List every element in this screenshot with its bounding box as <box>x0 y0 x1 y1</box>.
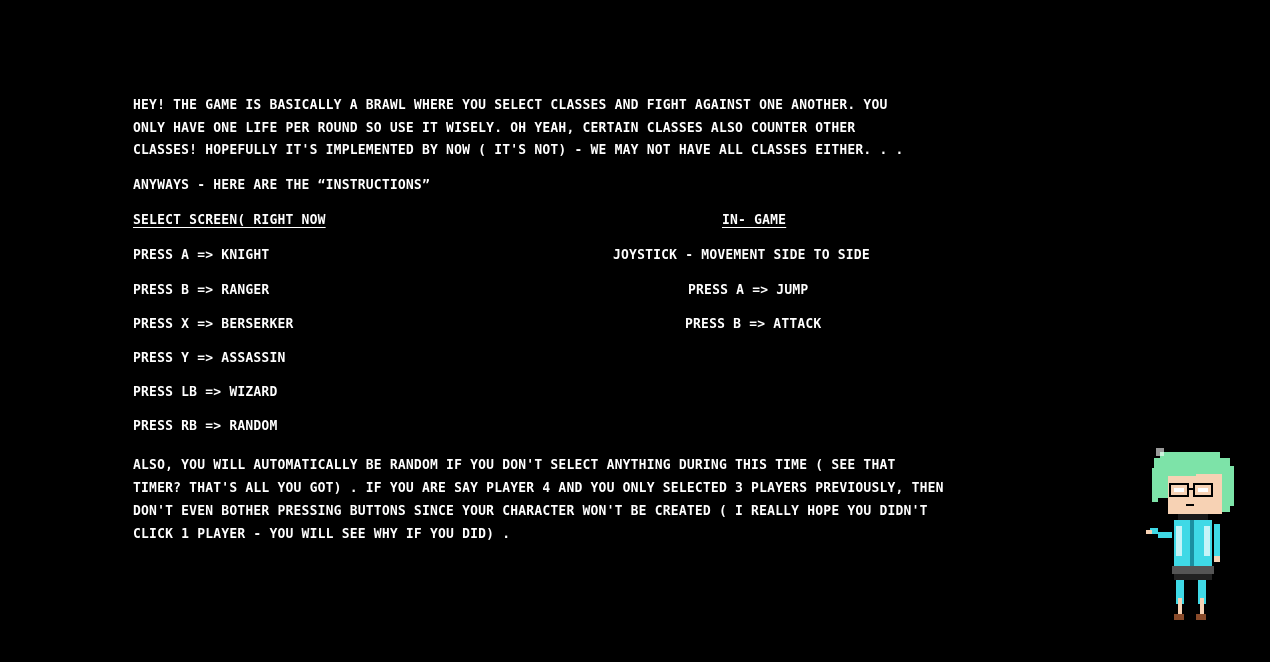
select-item-ranger: PRESS B => RANGER <box>133 283 270 298</box>
character-sprite <box>1146 448 1234 620</box>
footer-line: DON'T EVEN BOTHER PRESSING BUTTONS SINCE… <box>133 504 928 519</box>
intro-line: HEY! THE GAME IS BASICALLY A BRAWL WHERE… <box>133 98 888 113</box>
intro-paragraph: HEY! THE GAME IS BASICALLY A BRAWL WHERE… <box>133 95 1053 163</box>
footer-line: CLICK 1 PLAYER - YOU WILL SEE WHY IF YOU… <box>133 527 511 542</box>
footer-paragraph: ALSO, YOU WILL AUTOMATICALLY BE RANDOM I… <box>133 454 944 546</box>
select-item-assassin: PRESS Y => ASSASSIN <box>133 351 286 366</box>
instructions-heading: ANYWAYS - HERE ARE THE “INSTRUCTIONS” <box>133 178 430 193</box>
in-game-item-attack: PRESS B => ATTACK <box>685 317 822 332</box>
footer-line: TIMER? THAT'S ALL YOU GOT) . IF YOU ARE … <box>133 481 944 496</box>
select-item-berserker: PRESS X => BERSERKER <box>133 317 294 332</box>
footer-line: ALSO, YOU WILL AUTOMATICALLY BE RANDOM I… <box>133 458 896 473</box>
select-screen-heading: SELECT SCREEN( RIGHT NOW <box>133 213 326 228</box>
select-item-wizard: PRESS LB => WIZARD <box>133 385 278 400</box>
intro-line: CLASSES! HOPEFULLY IT'S IMPLEMENTED BY N… <box>133 143 904 158</box>
in-game-heading: IN- GAME <box>722 213 787 228</box>
select-item-knight: PRESS A => KNIGHT <box>133 248 270 263</box>
intro-line: ONLY HAVE ONE LIFE PER ROUND SO USE IT W… <box>133 120 856 136</box>
in-game-item-jump: PRESS A => JUMP <box>688 283 809 298</box>
in-game-item-joystick: JOYSTICK - MOVEMENT SIDE TO SIDE <box>613 248 870 263</box>
select-item-random: PRESS RB => RANDOM <box>133 419 278 434</box>
